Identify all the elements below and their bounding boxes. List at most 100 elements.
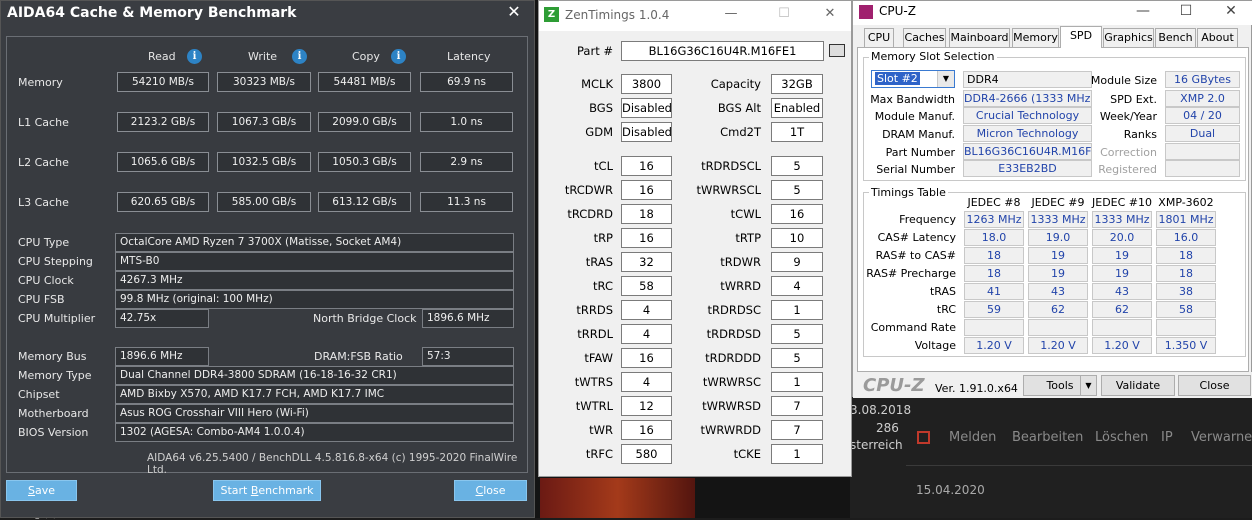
cpu-multiplier-value: 42.75x xyxy=(115,309,209,328)
tools-dropdown-chevron-down-icon[interactable]: ▼ xyxy=(1080,375,1097,396)
minimize-icon[interactable]: — xyxy=(1133,3,1153,19)
forum-action-edit[interactable]: Bearbeiten xyxy=(1012,430,1083,445)
timing-row-label: RAS# Precharge xyxy=(866,267,956,280)
tab-mainboard[interactable]: Mainboard xyxy=(949,28,1010,47)
max-bandwidth-value: DDR4-2666 (1333 MHz) xyxy=(963,90,1092,107)
correction-value xyxy=(1165,143,1240,160)
tab-spd[interactable]: SPD xyxy=(1060,26,1102,48)
serial-number-value: E33EB2BD xyxy=(963,160,1092,177)
timing-label-left: tRAS xyxy=(585,255,613,269)
tab-graphics[interactable]: Graphics xyxy=(1103,28,1154,47)
tab-cpu[interactable]: CPU xyxy=(864,28,894,47)
timing-value-right: 5 xyxy=(771,324,823,344)
info-icon[interactable]: i xyxy=(292,49,307,64)
memory-read-value: 54210 MB/s xyxy=(117,72,209,92)
l1-write-value: 1067.3 GB/s xyxy=(217,112,311,132)
part-number-value: BL16G36C16U4R.M16FE1 xyxy=(963,143,1092,160)
maximize-icon[interactable]: ☐ xyxy=(1176,3,1196,19)
timing-value-right: 5 xyxy=(771,156,823,176)
slot-select-dropdown[interactable]: Slot #2 ▼ xyxy=(871,70,955,88)
l2-write-value: 1032.5 GB/s xyxy=(217,152,311,172)
timing-value-right: 32GB xyxy=(771,74,823,94)
memory-type-value: Dual Channel DDR4-3800 SDRAM (16-18-16-3… xyxy=(115,366,514,385)
timing-label-right: tRDRDDD xyxy=(705,351,761,365)
close-button[interactable]: Close xyxy=(1178,375,1251,396)
forum-divider xyxy=(906,465,1252,466)
forum-action-warn[interactable]: Verwarnen xyxy=(1191,430,1252,445)
save-button[interactable]: Save xyxy=(6,480,77,501)
timing-value-left: 580 xyxy=(621,444,672,464)
module-manuf-value: Crucial Technology xyxy=(963,107,1092,124)
timing-cell: 19 xyxy=(1028,247,1088,264)
timing-cell: 1.20 V xyxy=(964,337,1024,354)
module-manuf-label: Module Manuf. xyxy=(874,110,955,123)
l1-latency-value: 1.0 ns xyxy=(420,112,513,132)
timing-cell: 62 xyxy=(1028,301,1088,318)
timing-label-left: tRRDL xyxy=(577,327,613,341)
memory-latency-value: 69.9 ns xyxy=(420,72,513,92)
select-checkbox-icon[interactable] xyxy=(917,431,930,444)
info-icon[interactable]: i xyxy=(187,49,202,64)
aida64-footer: AIDA64 v6.25.5400 / BenchDLL 4.5.816.8-x… xyxy=(147,452,518,476)
header-copy: Copy xyxy=(352,50,380,63)
dram-fsb-ratio-value: 57:3 xyxy=(422,347,514,366)
timing-value-right: 1 xyxy=(771,300,823,320)
start-benchmark-button[interactable]: Start Benchmark xyxy=(213,480,321,501)
timing-cell: 58 xyxy=(1156,301,1216,318)
forum-action-report[interactable]: Melden xyxy=(949,430,996,445)
dram-manuf-label: DRAM Manuf. xyxy=(882,128,955,141)
tab-memory[interactable]: Memory xyxy=(1012,28,1059,47)
close-icon[interactable]: ✕ xyxy=(820,6,840,21)
header-write: Write xyxy=(248,50,278,63)
motherboard-value: Asus ROG Crosshair VIII Hero (Wi-Fi) xyxy=(115,404,514,423)
timing-value-right: 4 xyxy=(771,276,823,296)
info-icon[interactable]: i xyxy=(391,49,406,64)
timing-label-left: tWTRL xyxy=(575,399,613,413)
cpu-stepping-value: MTS-B0 xyxy=(115,252,514,271)
aida64-window: AIDA64 Cache & Memory Benchmark ✕ Read i… xyxy=(0,0,535,518)
timing-value-right: 9 xyxy=(771,252,823,272)
screenshot-camera-icon[interactable] xyxy=(829,44,845,57)
close-icon[interactable]: ✕ xyxy=(1221,3,1241,19)
timing-cell: 19 xyxy=(1028,265,1088,282)
correction-label: Correction xyxy=(1100,146,1157,159)
tab-about[interactable]: About xyxy=(1197,28,1238,47)
zentimings-window: Z ZenTimings 1.0.4 — ☐ ✕ Part # BL16G36C… xyxy=(538,0,852,477)
maximize-icon[interactable]: ☐ xyxy=(774,6,794,21)
timing-value-right: 10 xyxy=(771,228,823,248)
timing-value-right: 7 xyxy=(771,396,823,416)
timing-value-left: 16 xyxy=(621,420,672,440)
timing-column-header: XMP-3602 xyxy=(1158,196,1214,209)
forum-action-ip[interactable]: IP xyxy=(1161,430,1173,445)
timing-value-right: 1 xyxy=(771,372,823,392)
tab-caches[interactable]: Caches xyxy=(903,28,946,47)
timing-row-label: tRC xyxy=(936,303,956,316)
close-button[interactable]: Close xyxy=(454,480,527,501)
forum-action-delete[interactable]: Löschen xyxy=(1095,430,1148,445)
timing-cell: 18 xyxy=(964,265,1024,282)
timing-label-right: Capacity xyxy=(710,77,761,91)
timing-value-left: Disabled xyxy=(621,98,672,118)
timing-label-left: tRRDS xyxy=(576,303,613,317)
forum-date: 3.08.2018 xyxy=(850,403,912,417)
cpu-type-value: OctalCore AMD Ryzen 7 3700X (Matisse, So… xyxy=(115,233,514,252)
part-number-value: BL16G36C16U4R.M16FE1 xyxy=(621,41,824,61)
timing-label-left: tCL xyxy=(594,159,613,173)
timing-row-label: Command Rate xyxy=(870,321,956,334)
aida64-close-button[interactable]: ✕ xyxy=(504,2,524,24)
nb-clock-label: North Bridge Clock xyxy=(313,312,417,325)
row-label-l2: L2 Cache xyxy=(18,156,69,169)
validate-button[interactable]: Validate xyxy=(1101,375,1175,396)
l2-read-value: 1065.6 GB/s xyxy=(117,152,209,172)
spd-ext-value: XMP 2.0 xyxy=(1165,90,1240,107)
memory-copy-value: 54481 MB/s xyxy=(318,72,411,92)
timing-column-header: JEDEC #8 xyxy=(967,196,1021,209)
minimize-icon[interactable]: — xyxy=(721,6,741,21)
timing-label-left: tFAW xyxy=(584,351,613,365)
module-size-label: Module Size xyxy=(1090,74,1157,87)
timing-value-left: 18 xyxy=(621,204,672,224)
chevron-down-icon[interactable]: ▼ xyxy=(937,71,954,87)
tab-bench[interactable]: Bench xyxy=(1155,28,1196,47)
zentimings-title: ZenTimings 1.0.4 xyxy=(565,8,670,22)
timing-label-right: tWRWRSC xyxy=(702,375,761,389)
